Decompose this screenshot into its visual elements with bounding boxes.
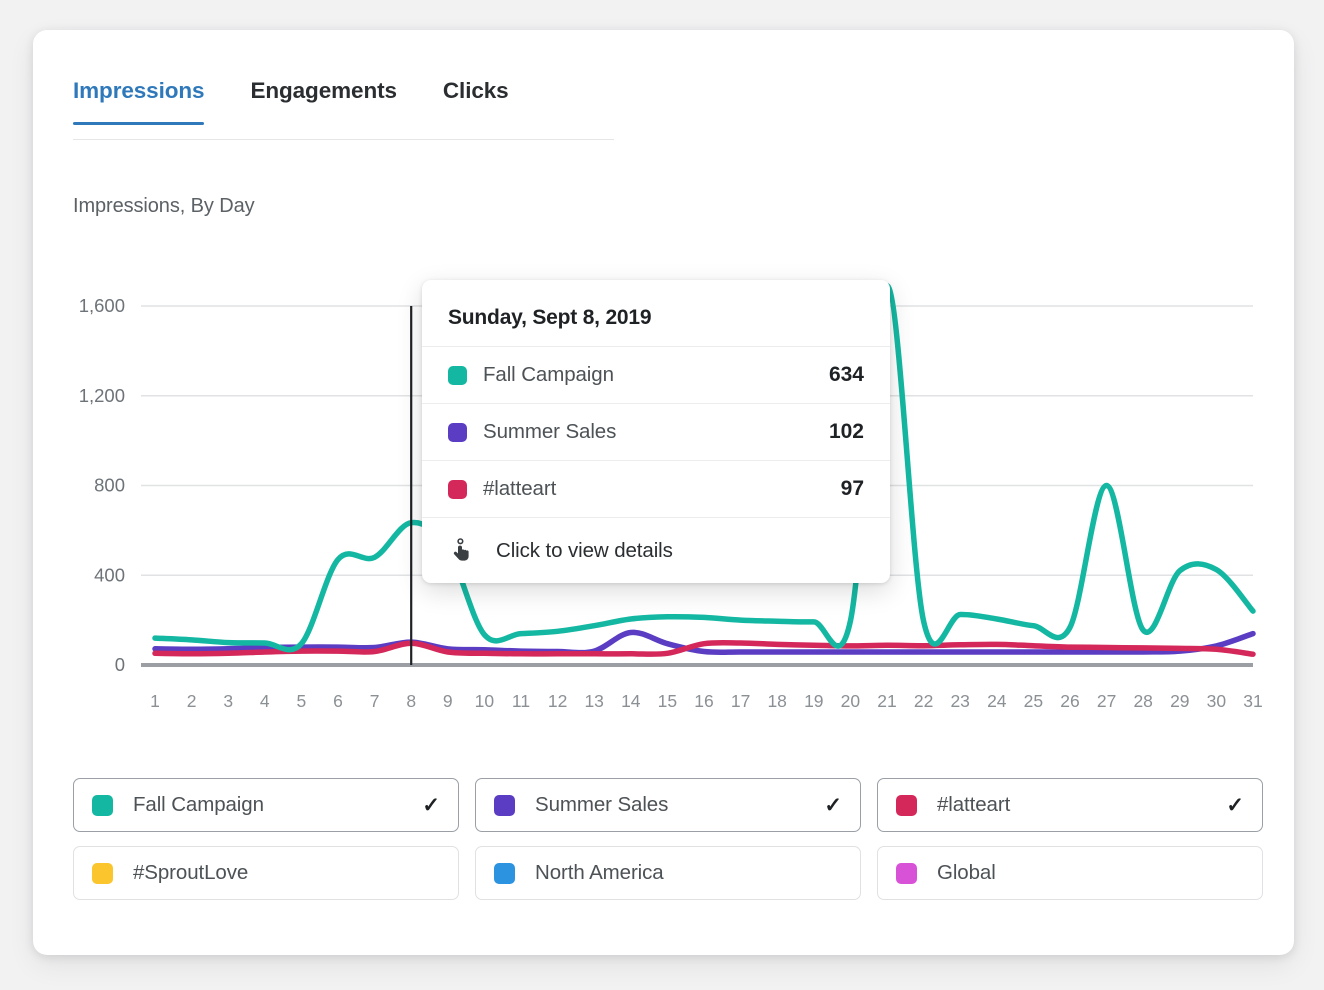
tooltip-swatch-latteart [448,480,467,499]
legend-swatch-global [896,863,917,884]
legend-chip-global[interactable]: Global ✓ [877,846,1263,900]
legend-swatch-sproutlove [92,863,113,884]
y-tick-label: 1,200 [79,385,125,406]
tooltip-value-fall-campaign: 634 [829,363,864,387]
x-tick-label: 20 [841,691,861,711]
x-tick-label: 7 [370,691,380,711]
x-tick-label: 26 [1060,691,1079,711]
tooltip-row-summer-sales: Summer Sales 102 [422,403,890,460]
x-tick-label: 25 [1024,691,1043,711]
tooltip-value-latteart: 97 [841,477,864,501]
legend-label-sproutlove: #SproutLove [133,861,422,885]
x-tick-label: 10 [475,691,495,711]
x-tick-label: 12 [548,691,567,711]
tooltip-label-summer-sales: Summer Sales [483,420,829,444]
legend-swatch-latteart [896,795,917,816]
x-tick-label: 15 [658,691,677,711]
x-tick-label: 9 [443,691,453,711]
x-tick-label: 5 [297,691,307,711]
legend-swatch-north-america [494,863,515,884]
click-hand-icon [448,537,474,565]
x-tick-label: 31 [1243,691,1262,711]
x-tick-label: 27 [1097,691,1116,711]
x-tick-label: 30 [1207,691,1227,711]
x-tick-label: 14 [621,691,641,711]
x-tick-label: 23 [950,691,969,711]
legend-label-latteart: #latteart [937,793,1226,817]
x-tick-label: 3 [223,691,233,711]
y-tick-label: 400 [94,564,125,585]
tooltip-swatch-fall-campaign [448,366,467,385]
x-tick-label: 21 [877,691,896,711]
legend-chip-sproutlove[interactable]: #SproutLove ✓ [73,846,459,900]
legend-chip-north-america[interactable]: North America ✓ [475,846,861,900]
tooltip-row-fall-campaign: Fall Campaign 634 [422,346,890,403]
chart-title: Impressions, By Day [73,195,255,218]
x-tick-label: 28 [1133,691,1152,711]
tab-clicks[interactable]: Clicks [443,78,509,124]
tab-engagements[interactable]: Engagements [250,78,396,124]
tooltip-date: Sunday, Sept 8, 2019 [422,280,890,346]
x-tick-label: 19 [804,691,823,711]
legend-label-global: Global [937,861,1226,885]
legend-label-north-america: North America [535,861,824,885]
x-tick-label: 24 [987,691,1007,711]
x-tick-label: 8 [406,691,416,711]
series-legend: Fall Campaign ✓ Summer Sales ✓ #latteart… [73,778,1262,900]
check-icon-fall-campaign: ✓ [422,795,440,816]
x-tick-label: 11 [512,691,530,711]
tooltip-label-fall-campaign: Fall Campaign [483,363,829,387]
x-tick-label: 1 [150,691,160,711]
legend-chip-summer-sales[interactable]: Summer Sales ✓ [475,778,861,832]
tooltip-swatch-summer-sales [448,423,467,442]
tooltip-click-details-label: Click to view details [496,539,673,563]
x-tick-label: 22 [914,691,933,711]
tooltip-value-summer-sales: 102 [829,420,864,444]
screenshot-root: Impressions Engagements Clicks Impressio… [0,0,1324,990]
x-tick-label: 29 [1170,691,1189,711]
tooltip-row-latteart: #latteart 97 [422,460,890,517]
legend-label-summer-sales: Summer Sales [535,793,824,817]
y-tick-label: 800 [94,475,125,496]
x-tick-label: 17 [731,691,750,711]
x-tick-label: 18 [767,691,786,711]
x-tick-label: 13 [584,691,603,711]
legend-swatch-fall-campaign [92,795,113,816]
tooltip-label-latteart: #latteart [483,477,841,501]
legend-chip-fall-campaign[interactable]: Fall Campaign ✓ [73,778,459,832]
tab-impressions[interactable]: Impressions [73,78,204,124]
legend-label-fall-campaign: Fall Campaign [133,793,422,817]
check-icon-latteart: ✓ [1226,795,1244,816]
tooltip-click-details-action[interactable]: Click to view details [422,517,890,583]
legend-swatch-summer-sales [494,795,515,816]
check-icon-summer-sales: ✓ [824,795,842,816]
y-tick-label: 0 [115,654,125,675]
y-tick-label: 1,600 [79,295,125,316]
chart-area: 04008001,2001,60012345678910111213141516… [33,240,1294,720]
metric-tabs: Impressions Engagements Clicks [73,78,614,140]
x-tick-label: 16 [694,691,713,711]
chart-tooltip: Sunday, Sept 8, 2019 Fall Campaign 634 S… [422,280,890,583]
legend-chip-latteart[interactable]: #latteart ✓ [877,778,1263,832]
x-tick-label: 2 [187,691,197,711]
analytics-card: Impressions Engagements Clicks Impressio… [33,30,1294,955]
x-tick-label: 4 [260,691,270,711]
x-tick-label: 6 [333,691,343,711]
